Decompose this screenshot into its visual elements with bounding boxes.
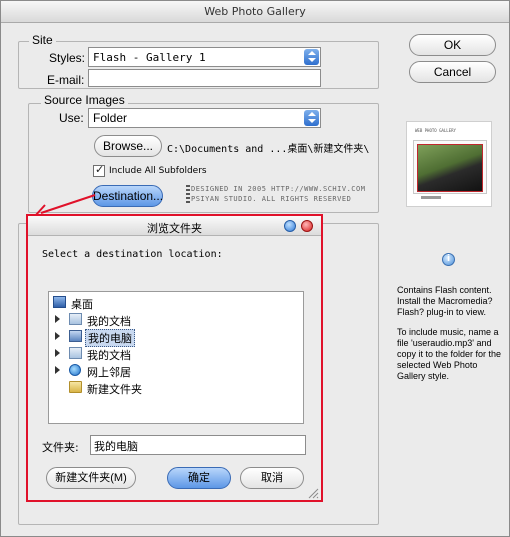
browse-button[interactable]: Browse... (94, 135, 162, 157)
site-legend: Site (29, 33, 56, 47)
dropdown-arrow-icon (304, 110, 319, 126)
use-select[interactable]: Folder (88, 108, 321, 128)
info-icon: i (442, 253, 455, 266)
desktop-icon (53, 296, 66, 308)
preview-thumb-strip (421, 196, 441, 199)
include-subfolders-checkbox[interactable] (93, 163, 105, 177)
destination-button[interactable]: Destination... (92, 185, 163, 207)
watermark-bar (186, 185, 190, 203)
styles-label: Styles: (49, 51, 86, 65)
styles-select-value: Flash - Gallery 1 (93, 51, 206, 64)
preview-photo (417, 144, 483, 192)
ok-button[interactable]: OK (409, 34, 496, 56)
expand-arrow-icon[interactable] (55, 332, 60, 340)
window-title: Web Photo Gallery (204, 5, 306, 18)
styles-select[interactable]: Flash - Gallery 1 (88, 47, 321, 67)
resize-grip-icon[interactable] (307, 487, 319, 499)
help-button-icon[interactable] (284, 220, 296, 232)
computer-icon (69, 330, 82, 342)
folder-icon (69, 381, 82, 393)
dialog-title: 浏览文件夹 (147, 222, 202, 235)
dialog-prompt: Select a destination location: (42, 249, 223, 260)
preview-title: WEB PHOTO GALLERY (415, 128, 456, 133)
network-icon (69, 364, 81, 376)
documents-folder-icon (69, 313, 82, 325)
dialog-ok-button[interactable]: 确定 (167, 467, 231, 489)
dialog-cancel-button[interactable]: 取消 (240, 467, 304, 489)
expand-arrow-icon[interactable] (55, 349, 60, 357)
new-folder-button[interactable]: 新建文件夹(M) (46, 467, 136, 489)
title-bar: Web Photo Gallery (1, 1, 509, 23)
folder-name-field[interactable]: 我的电脑 (90, 435, 306, 455)
folder-tree[interactable]: 桌面 我的文档 我的电脑 我的文档 网上邻居 新建文件夹 (48, 291, 304, 424)
style-preview-thumbnail: WEB PHOTO GALLERY (406, 121, 492, 207)
source-path: C:\Documents and ...桌面\新建文件夹\ (167, 144, 370, 155)
cancel-button[interactable]: Cancel (409, 61, 496, 83)
email-field[interactable] (88, 69, 321, 87)
use-label: Use: (59, 111, 84, 125)
close-button-icon[interactable] (301, 220, 313, 232)
expand-arrow-icon[interactable] (55, 315, 60, 323)
use-select-value: Folder (93, 111, 128, 125)
dropdown-arrow-icon (304, 49, 319, 65)
music-info-text: To include music, name a file 'useraudio… (397, 327, 502, 381)
email-label: E-mail: (47, 73, 85, 87)
flash-info-text: Contains Flash content. Install the Macr… (397, 285, 493, 317)
watermark-line1: DESIGNED IN 2005 HTTP://WWW.SCHIV.COM (191, 185, 366, 193)
watermark-line2: PSIYAN STUDIO. ALL RIGHTS RESERVED (191, 195, 352, 203)
documents-folder-icon (69, 347, 82, 359)
dialog-title-bar: 浏览文件夹 (28, 216, 321, 236)
include-subfolders-label: Include All Subfolders (109, 166, 207, 176)
web-photo-gallery-window: Web Photo Gallery Site Styles: Flash - G… (0, 0, 510, 537)
source-images-legend: Source Images (41, 93, 128, 107)
expand-arrow-icon[interactable] (55, 366, 60, 374)
browse-folder-dialog: 浏览文件夹 Select a destination location: 桌面 … (26, 214, 323, 502)
folder-label: 文件夹: (42, 441, 79, 454)
